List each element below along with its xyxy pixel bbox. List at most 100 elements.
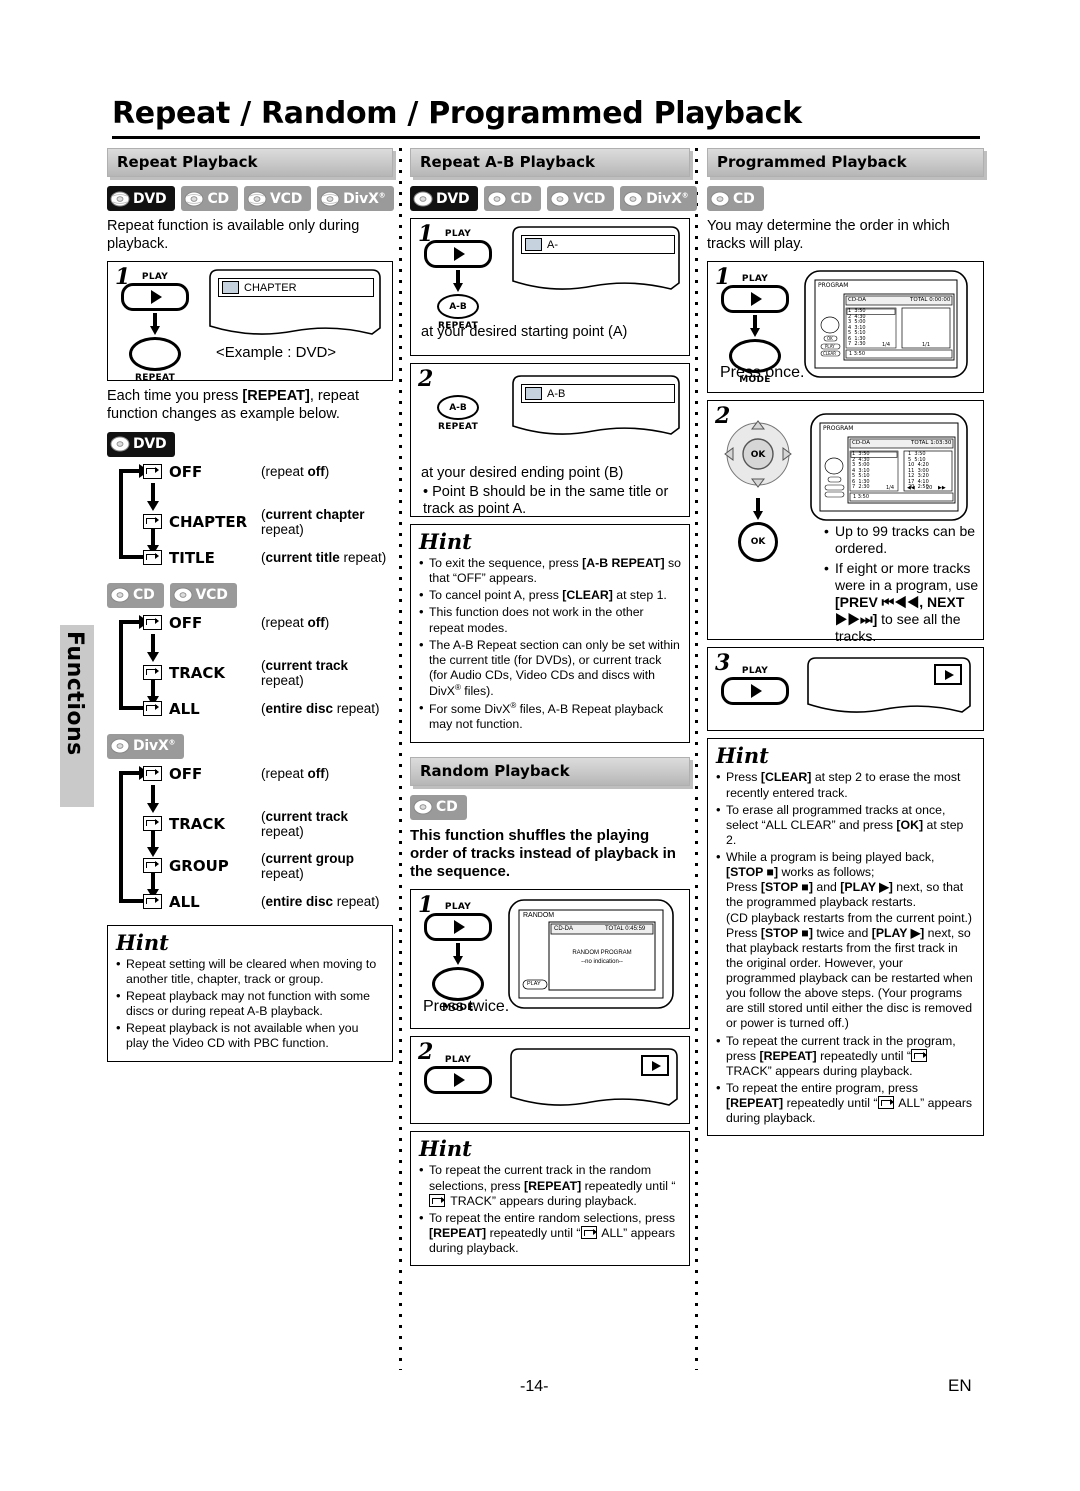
screen-btn-clear[interactable]: CLEAR [823,351,836,356]
badge-label: DivX® [343,190,386,207]
flow-item-name: OFF [169,462,203,481]
hint-list: To repeat the current track in the rando… [419,1162,681,1256]
osd-ab-indicator: A-B [521,384,675,403]
play-triangle-icon [750,292,762,307]
flow-item-desc: (current track repeat) [261,808,349,839]
step-box-program-1: 1 PLAY MODE PROGRAM CD-DA TOTAL 0:00:00 … [707,261,984,394]
section-heading-random: Random Playback [410,756,690,786]
tv-screen-ab-2: A-B [505,372,689,448]
play-button[interactable] [721,677,789,706]
flow-item-name: ALL [169,892,200,911]
play-triangle-icon [453,1073,465,1088]
play-triangle-icon [453,920,465,935]
media-badges-random: CD [410,794,690,820]
arrow-down-icon [750,315,760,338]
repeat-osd-icon [222,281,239,295]
disc-icon [173,587,193,603]
media-badges-flow-cdvcd: CD VCD [107,582,393,608]
hint-title: Hint [419,1136,472,1162]
hint-box-ab: Hint To exit the sequence, press [A-B RE… [410,524,690,743]
step-number: 2 [418,366,434,392]
step-box-program-2: 2 OK OK PROGRAM CD-DA TOTAL 1:03:30 1 3:… [707,400,984,644]
flow-item: ALL (entire disc repeat) [107,700,393,718]
disc-icon [110,191,130,207]
flow-item: ALL (entire disc repeat) [107,893,393,911]
screen-title: PROGRAM [818,282,849,290]
tv-screen-program-2: PROGRAM CD-DA TOTAL 1:03:30 1 3:50 2 4:3… [808,411,983,523]
flow-item-name: CHAPTER [169,512,248,531]
screen-total-time: TOTAL 0:00:00 [910,297,951,304]
flow-item-desc: (entire disc repeat) [261,894,380,910]
repeat-osd-icon [143,550,162,566]
screen-disc-type: CD-DA [852,440,870,447]
ab-repeat-button[interactable]: A-B [437,395,479,420]
screen-total-time: TOTAL 1:03:30 [911,440,952,447]
badge-label: VCD [572,190,606,207]
play-button[interactable] [721,285,789,314]
play-button[interactable] [424,913,492,942]
badge-cd: CD [484,186,541,211]
step2-bullets: Up to 99 tracks can be ordered. If eight… [814,519,990,651]
arrow-down-icon [753,498,763,521]
flow-item-name: OFF [169,613,203,632]
flow-item: OFF (repeat off) [107,463,393,481]
track-row[interactable]: 7 2:30 [848,342,866,348]
repeat-intro-text: Repeat function is available only during… [107,218,360,252]
prev-icon[interactable]: ◀◀ [907,485,915,491]
flow-divx: OFF (repeat off) TRACK (current track re… [107,763,393,915]
hint-item: While a program is being played back, [S… [716,849,975,1032]
step-number: 1 [715,264,731,291]
flow-item-desc: (current chapter repeat) [261,506,365,537]
tv-screen-ab-1: A- [505,223,689,305]
hint-item: Repeat playback may not function with so… [116,988,384,1019]
ab-repeat-button[interactable]: A-B [437,294,479,319]
random-intro-text: This function shuffles the playing order… [410,826,676,881]
disc-icon [487,191,507,207]
section-heading-repeat-playback: Repeat Playback [107,148,393,177]
repeat-osd-icon [580,1225,597,1239]
hint-list: To exit the sequence, press [A-B REPEAT]… [419,555,681,733]
badge-label: VCD [269,190,303,207]
track-row[interactable]: 7 2:30 [852,485,870,491]
repeat-osd-icon [143,766,162,782]
disc-icon [413,799,433,815]
badge-label: CD [133,587,155,604]
flow-item-name: OFF [169,764,203,783]
section-programmed-playback: Programmed Playback CD You may determine… [707,148,984,1145]
svg-text:OK: OK [751,450,767,460]
repeat-button[interactable] [129,337,181,372]
play-button[interactable] [121,283,189,312]
step-box-program-3: 3 PLAY [707,647,984,732]
step-box-repeat-1: 1 PLAY REPEAT CHAPTER <Example: DVD> [107,261,393,383]
badge-label: CD [510,190,532,207]
ok-button[interactable]: OK [738,522,778,563]
badge-divx: DivX® [317,186,395,211]
hint-item: This function does not work in the other… [419,604,681,635]
play-button[interactable] [424,240,492,268]
programmed-intro-text: You may determine the order in which tra… [707,218,950,252]
step-caption: at your desired starting point (A) [421,324,628,340]
screen-btn-play[interactable]: PLAY [825,344,835,349]
side-tab-functions: Functions [60,625,94,807]
screen-page-left: 1/4 [882,342,891,349]
screen-footer: 1 3:50 [853,494,869,501]
screen-btn-ok[interactable]: OK [827,336,833,341]
badge-label: DVD [133,190,167,207]
play-button[interactable] [424,1066,492,1095]
heading-text: Random Playback [420,761,570,780]
key-label-ab: A-B [449,301,467,312]
flow-item: TRACK (current track repeat) [107,658,393,688]
section-random-playback: Random Playback CD This function shuffle… [410,756,690,1267]
next-icon[interactable]: ▶▶ [938,485,946,491]
osd-text: A-B [547,387,566,400]
badge-label: DivX® [133,738,176,755]
disc-icon [184,191,204,207]
hint-list: Repeat setting will be cleared when movi… [116,956,384,1052]
hint-item: To repeat the current track in the progr… [716,1032,975,1079]
osd-ab-indicator: A- [521,235,675,254]
repeat-osd-icon [143,894,162,910]
hint-box-random: Hint To repeat the current track in the … [410,1131,690,1267]
hint-item: To cancel point A, press [CLEAR] at step… [419,587,681,603]
repeat-osd-icon [143,665,162,681]
play-triangle-icon [150,290,162,305]
